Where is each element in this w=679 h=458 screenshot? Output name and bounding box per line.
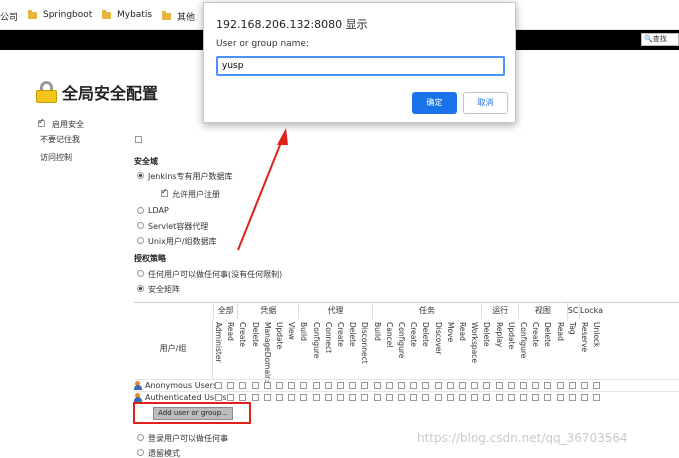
dialog-title: 192.168.206.132:8080 显示	[216, 18, 368, 31]
dialog-message: User or group name:	[216, 39, 309, 49]
prompt-dialog: 192.168.206.132:8080 显示 User or group na…	[203, 2, 516, 123]
cancel-button[interactable]: 取消	[463, 92, 508, 114]
user-group-name-input[interactable]	[216, 56, 505, 76]
ok-button[interactable]: 确定	[412, 92, 457, 114]
